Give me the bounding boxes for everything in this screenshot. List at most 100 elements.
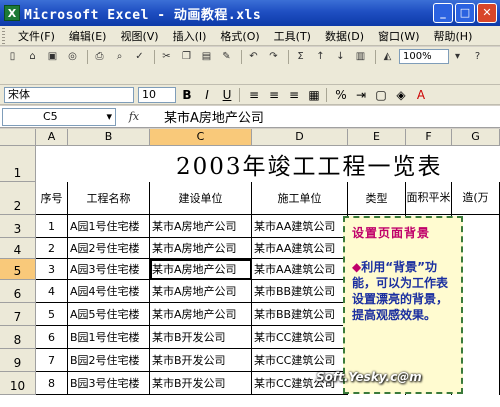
- table-cell[interactable]: A园5号住宅楼: [68, 303, 150, 326]
- cut-icon[interactable]: ✂: [158, 49, 175, 64]
- row-header-7[interactable]: 7: [0, 303, 36, 326]
- chevron-down-icon[interactable]: ▾: [106, 110, 112, 123]
- borders-icon[interactable]: ▢: [372, 87, 390, 103]
- sort-descending-icon[interactable]: ↓: [332, 49, 349, 64]
- formula-input[interactable]: 某市A房地产公司: [152, 107, 264, 126]
- header-cell-area[interactable]: 面积平米: [406, 182, 452, 215]
- undo-icon[interactable]: ↶: [245, 49, 262, 64]
- percent-icon[interactable]: %: [332, 87, 350, 103]
- menu-format[interactable]: 格式(O): [213, 28, 266, 44]
- merge-center-icon[interactable]: ▦: [305, 87, 323, 103]
- header-cell-project[interactable]: 工程名称: [68, 182, 150, 215]
- table-cell[interactable]: 5: [36, 303, 68, 326]
- print-icon[interactable]: ⎙: [91, 49, 108, 64]
- row-header-10[interactable]: 10: [0, 372, 36, 395]
- sheet-title-cell[interactable]: 2003年竣工工程一览表: [36, 146, 500, 182]
- chart-wizard-icon[interactable]: ▥: [352, 49, 369, 64]
- table-cell[interactable]: 某市AA建筑公司: [252, 259, 348, 280]
- drawing-icon[interactable]: ◭: [379, 49, 396, 64]
- table-cell[interactable]: 某市A房地产公司: [150, 215, 252, 238]
- table-cell[interactable]: B园1号住宅楼: [68, 326, 150, 349]
- name-box[interactable]: C5 ▾: [2, 107, 116, 126]
- table-cell[interactable]: A园2号住宅楼: [68, 238, 150, 259]
- table-cell[interactable]: A园3号住宅楼: [68, 259, 150, 280]
- help-icon[interactable]: ?: [469, 49, 486, 64]
- column-header-e[interactable]: E: [348, 129, 406, 146]
- table-cell[interactable]: 某市BB建筑公司: [252, 280, 348, 303]
- header-cell-seq[interactable]: 序号: [36, 182, 68, 215]
- table-cell[interactable]: 某市B开发公司: [150, 349, 252, 372]
- menu-edit[interactable]: 编辑(E): [62, 28, 114, 44]
- table-cell[interactable]: 某市CC建筑公司: [252, 349, 348, 372]
- header-cell-cost[interactable]: 造(万: [452, 182, 500, 215]
- table-cell[interactable]: 8: [36, 372, 68, 395]
- table-cell[interactable]: 某市BB建筑公司: [252, 303, 348, 326]
- table-cell[interactable]: 4: [36, 280, 68, 303]
- table-cell[interactable]: A园1号住宅楼: [68, 215, 150, 238]
- column-header-a[interactable]: A: [36, 129, 68, 146]
- align-center-icon[interactable]: ≡: [265, 87, 283, 103]
- table-cell[interactable]: 某市CC建筑公司: [252, 326, 348, 349]
- row-header-4[interactable]: 4: [0, 238, 36, 259]
- table-cell[interactable]: 某市B开发公司: [150, 326, 252, 349]
- row-header-2[interactable]: 2: [0, 182, 36, 215]
- open-icon[interactable]: ⌂: [24, 49, 41, 64]
- row-header-5[interactable]: 5: [0, 259, 36, 280]
- insert-function-icon[interactable]: fx: [116, 110, 152, 123]
- column-header-b[interactable]: B: [68, 129, 150, 146]
- menu-data[interactable]: 数据(D): [318, 28, 371, 44]
- column-header-c[interactable]: C: [150, 129, 252, 146]
- save-icon[interactable]: ▣: [44, 49, 61, 64]
- permission-icon[interactable]: ◎: [64, 49, 81, 64]
- menu-insert[interactable]: 插入(I): [166, 28, 214, 44]
- table-cell[interactable]: 某市A房地产公司: [150, 280, 252, 303]
- row-header-9[interactable]: 9: [0, 349, 36, 372]
- copy-icon[interactable]: ❐: [178, 49, 195, 64]
- table-cell[interactable]: 7: [36, 349, 68, 372]
- underline-button[interactable]: U: [218, 87, 236, 103]
- table-cell[interactable]: 某市A房地产公司: [150, 303, 252, 326]
- fill-color-icon[interactable]: ◈: [392, 87, 410, 103]
- autosum-icon[interactable]: Σ: [292, 49, 309, 64]
- sort-ascending-icon[interactable]: ↑: [312, 49, 329, 64]
- selected-cell-c5[interactable]: 某市A房地产公司: [150, 259, 252, 280]
- font-size-select[interactable]: 10: [138, 86, 176, 103]
- table-cell[interactable]: 6: [36, 326, 68, 349]
- font-color-icon[interactable]: A: [412, 87, 430, 103]
- chevron-down-icon[interactable]: ▾: [449, 49, 466, 64]
- excel-app-icon[interactable]: X: [4, 5, 20, 21]
- row-header-1[interactable]: 1: [0, 146, 36, 182]
- header-cell-contractor[interactable]: 施工单位: [252, 182, 348, 215]
- bold-button[interactable]: B: [178, 87, 196, 103]
- menu-help[interactable]: 帮助(H): [427, 28, 480, 44]
- table-cell[interactable]: 3: [36, 259, 68, 280]
- menu-file[interactable]: 文件(F): [11, 28, 62, 44]
- table-cell[interactable]: 某市A房地产公司: [150, 238, 252, 259]
- menu-view[interactable]: 视图(V): [113, 28, 165, 44]
- header-cell-type[interactable]: 类型: [348, 182, 406, 215]
- zoom-select[interactable]: 100%: [399, 49, 449, 64]
- table-cell[interactable]: 某市AA建筑公司: [252, 215, 348, 238]
- table-cell[interactable]: B园3号住宅楼: [68, 372, 150, 395]
- italic-button[interactable]: I: [198, 87, 216, 103]
- column-header-d[interactable]: D: [252, 129, 348, 146]
- row-header-8[interactable]: 8: [0, 326, 36, 349]
- menu-tools[interactable]: 工具(T): [267, 28, 318, 44]
- table-cell[interactable]: 某市AA建筑公司: [252, 238, 348, 259]
- table-cell[interactable]: A园4号住宅楼: [68, 280, 150, 303]
- menu-grip[interactable]: [2, 27, 5, 44]
- header-cell-builder[interactable]: 建设单位: [150, 182, 252, 215]
- font-select[interactable]: 宋体: [4, 86, 134, 103]
- tip-note-box[interactable]: 设置页面背景 ◆利用“背景”功能，可以为工作表设置漂亮的背景，提高观感效果。: [343, 216, 463, 394]
- indent-icon[interactable]: ⇥: [352, 87, 370, 103]
- format-painter-icon[interactable]: ✎: [218, 49, 235, 64]
- row-header-6[interactable]: 6: [0, 280, 36, 303]
- print-preview-icon[interactable]: ⌕: [111, 49, 128, 64]
- table-cell[interactable]: 某市B开发公司: [150, 372, 252, 395]
- align-right-icon[interactable]: ≡: [285, 87, 303, 103]
- menu-window[interactable]: 窗口(W): [371, 28, 426, 44]
- paste-icon[interactable]: ▤: [198, 49, 215, 64]
- minimize-button[interactable]: _: [433, 3, 453, 23]
- table-cell[interactable]: 2: [36, 238, 68, 259]
- row-header-3[interactable]: 3: [0, 215, 36, 238]
